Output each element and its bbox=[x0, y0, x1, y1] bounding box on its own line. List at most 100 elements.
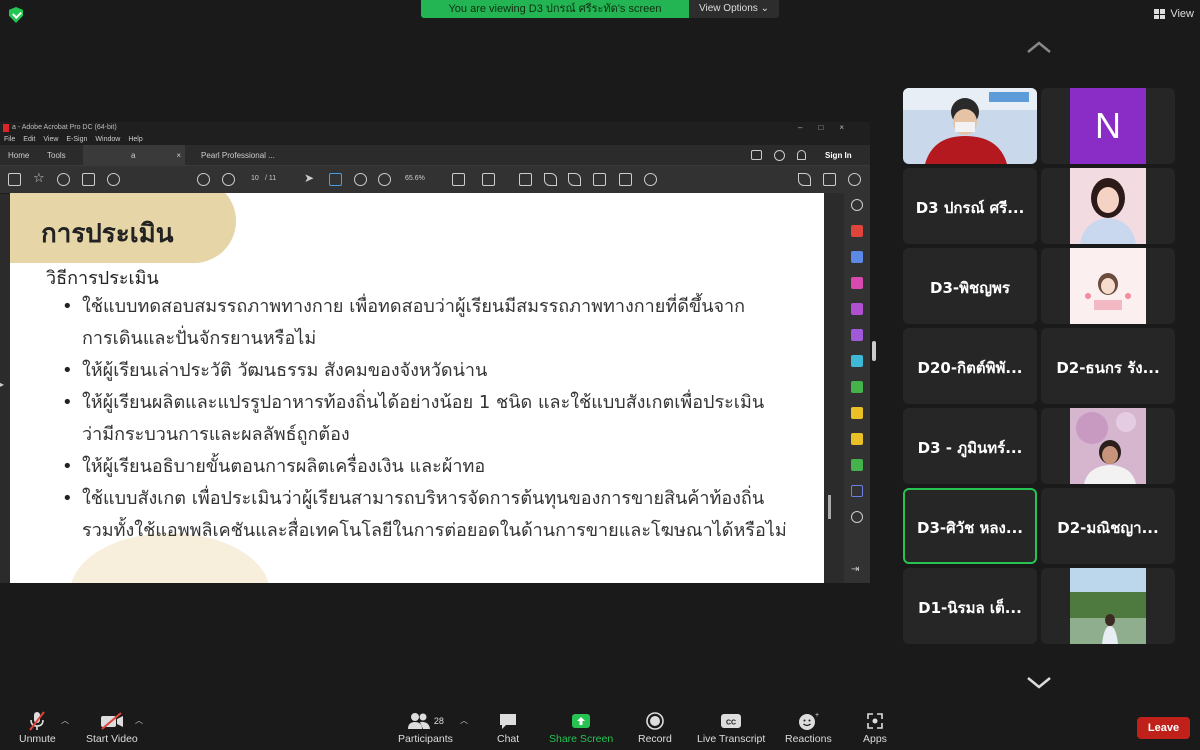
list-item: ให้ผู้เรียนอธิบายขั้นตอนการผลิตเครื่องเง… bbox=[62, 451, 802, 483]
record-button[interactable]: Record bbox=[638, 709, 672, 745]
zoom-level[interactable]: 65.6% bbox=[405, 175, 425, 182]
menu-help[interactable]: Help bbox=[128, 134, 142, 145]
rotate-icon[interactable] bbox=[644, 173, 657, 186]
send-review-icon[interactable] bbox=[851, 355, 863, 367]
fill-sign-icon[interactable] bbox=[798, 173, 811, 186]
zoom-out-icon[interactable] bbox=[354, 173, 367, 186]
search-icon[interactable] bbox=[107, 173, 120, 186]
start-video-button[interactable]: Start Video bbox=[86, 709, 138, 745]
tab-document-2[interactable]: Pearl Professional ... bbox=[201, 145, 275, 166]
tab-document[interactable]: a × bbox=[83, 145, 185, 166]
collapse-panel-icon[interactable]: ⇥ bbox=[851, 564, 863, 576]
scroll-up-chevron-icon[interactable] bbox=[1026, 40, 1052, 54]
pdf-scrollbar[interactable] bbox=[824, 193, 844, 583]
participant-tile[interactable]: D3-พิชญพร bbox=[903, 248, 1037, 324]
acrobat-tabs: Home Tools a × Pearl Professional ... Sig… bbox=[0, 145, 870, 166]
menu-view[interactable]: View bbox=[43, 134, 58, 145]
organize-pages-icon[interactable] bbox=[851, 277, 863, 289]
participant-tile-active-speaker[interactable]: D3-ศิวัช หลง... bbox=[903, 488, 1037, 564]
page-number-input[interactable]: 10 bbox=[251, 175, 259, 182]
chat-button[interactable]: Chat bbox=[497, 709, 519, 745]
scroll-down-chevron-icon[interactable] bbox=[1026, 676, 1052, 690]
export-pdf-icon[interactable] bbox=[851, 251, 863, 263]
select-cursor-icon[interactable]: ➤ bbox=[304, 171, 317, 185]
audio-options-caret-icon[interactable]: ︿ bbox=[61, 715, 69, 726]
zoom-in-icon[interactable] bbox=[378, 173, 391, 186]
scan-ocr-icon[interactable] bbox=[851, 381, 863, 393]
mail-icon[interactable] bbox=[823, 173, 836, 186]
share-icon[interactable] bbox=[751, 150, 762, 160]
page-down-icon[interactable] bbox=[222, 173, 235, 186]
participant-tile[interactable]: D2-มณิชญา... bbox=[1041, 488, 1175, 564]
view-options-button[interactable]: View Options ⌄ bbox=[689, 0, 779, 18]
leave-button[interactable]: Leave bbox=[1137, 717, 1190, 739]
tab-tools[interactable]: Tools bbox=[47, 145, 66, 166]
menu-esign[interactable]: E-Sign bbox=[66, 134, 87, 145]
page-up-icon[interactable] bbox=[197, 173, 210, 186]
security-shield-icon[interactable] bbox=[9, 7, 23, 23]
apps-button[interactable]: Apps bbox=[863, 709, 887, 745]
fit-page-icon[interactable] bbox=[452, 173, 465, 186]
video-options-caret-icon[interactable]: ︿ bbox=[135, 715, 143, 726]
unmute-button[interactable]: Unmute bbox=[19, 709, 56, 745]
resize-handle[interactable] bbox=[872, 341, 876, 361]
participant-name: D2-มณิชญา... bbox=[1057, 519, 1159, 537]
shield-icon[interactable] bbox=[851, 485, 863, 497]
share-screen-button[interactable]: Share Screen bbox=[549, 709, 613, 745]
participant-tile[interactable]: D3 ปกรณ์ ศรี... bbox=[903, 168, 1037, 244]
sign-in-button[interactable]: Sign In bbox=[825, 145, 852, 166]
participant-tile[interactable]: D2-ธนกร รัง... bbox=[1041, 328, 1175, 404]
participant-tile[interactable] bbox=[1041, 568, 1175, 644]
participant-tile[interactable]: D1-นิรมล เต็... bbox=[903, 568, 1037, 644]
left-panel-arrow-icon[interactable]: ▸ bbox=[0, 380, 4, 389]
scrollbar-thumb[interactable] bbox=[828, 495, 831, 519]
participant-tile[interactable]: D3 - ภูมินทร์... bbox=[903, 408, 1037, 484]
participant-tile[interactable] bbox=[1041, 168, 1175, 244]
save-icon[interactable] bbox=[8, 173, 21, 186]
more-tools-icon[interactable] bbox=[851, 511, 863, 523]
participant-tile[interactable]: D20-กิตต์พิพั... bbox=[903, 328, 1037, 404]
participant-tile[interactable]: N bbox=[1041, 88, 1175, 164]
participants-caret-icon[interactable]: ︿ bbox=[460, 715, 468, 726]
menu-file[interactable]: File bbox=[4, 134, 15, 145]
edit-pdf-icon[interactable] bbox=[851, 303, 863, 315]
search-more-icon[interactable] bbox=[848, 173, 861, 186]
participants-icon: 28 bbox=[407, 709, 444, 733]
live-transcript-button[interactable]: CC Live Transcript bbox=[697, 709, 765, 745]
close-tab-icon[interactable]: × bbox=[176, 145, 181, 166]
delete-icon[interactable] bbox=[619, 173, 632, 186]
scroll-mode-icon[interactable] bbox=[482, 173, 495, 186]
bell-icon[interactable] bbox=[797, 150, 806, 160]
participants-button[interactable]: 28 Participants bbox=[398, 709, 453, 745]
participant-tile[interactable] bbox=[903, 88, 1037, 164]
share-screen-icon bbox=[571, 709, 591, 733]
window-controls[interactable]: –□× bbox=[798, 122, 860, 134]
print-icon[interactable] bbox=[82, 173, 95, 186]
microphone-muted-icon bbox=[27, 709, 47, 733]
create-pdf-icon[interactable] bbox=[851, 225, 863, 237]
help-icon[interactable] bbox=[774, 150, 785, 161]
acrobat-window-title: a - Adobe Acrobat Pro DC (64-bit) bbox=[12, 124, 117, 131]
view-button[interactable]: View bbox=[1154, 5, 1194, 23]
pen-icon[interactable] bbox=[544, 173, 557, 186]
request-signature-icon[interactable] bbox=[851, 329, 863, 341]
menu-window[interactable]: Window bbox=[95, 134, 120, 145]
menu-edit[interactable]: Edit bbox=[23, 134, 35, 145]
record-label: Record bbox=[638, 733, 672, 745]
cloud-upload-icon[interactable] bbox=[57, 173, 70, 186]
print-production-icon[interactable] bbox=[851, 459, 863, 471]
tab-home[interactable]: Home bbox=[8, 145, 29, 166]
protect-icon[interactable] bbox=[851, 407, 863, 419]
participant-tile[interactable] bbox=[1041, 248, 1175, 324]
tab-document-label: a bbox=[131, 151, 136, 160]
reactions-button[interactable]: + Reactions bbox=[785, 709, 832, 745]
participant-tile[interactable] bbox=[1041, 408, 1175, 484]
zoom-tool-icon[interactable] bbox=[851, 199, 863, 211]
comment-icon[interactable] bbox=[519, 173, 532, 186]
star-icon[interactable]: ☆ bbox=[33, 170, 46, 185]
hand-tool-icon[interactable] bbox=[329, 173, 342, 186]
highlight-icon[interactable] bbox=[568, 173, 581, 186]
comment-tool-icon[interactable] bbox=[851, 433, 863, 445]
participant-name: D3 ปกรณ์ ศรี... bbox=[915, 199, 1025, 217]
stamp-icon[interactable] bbox=[593, 173, 606, 186]
